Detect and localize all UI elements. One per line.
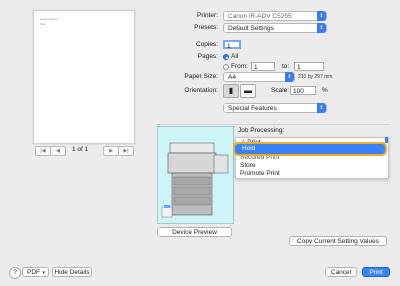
paper-size-value: A4 <box>228 74 236 81</box>
help-button[interactable]: ? <box>9 267 21 279</box>
copy-current-setting-values-button[interactable]: Copy Current Setting Values <box>289 236 387 246</box>
hide-details-button[interactable]: Hide Details <box>52 267 92 277</box>
chevron-updown-icon: ⇕ <box>317 11 326 21</box>
job-processing-label: Job Processing: <box>238 127 285 134</box>
portrait-orientation-icon[interactable]: ▮ <box>223 84 239 98</box>
printer-select[interactable]: Canon iR-ADV C5255 ⇕ <box>223 11 327 21</box>
printer-label: Printer: <box>197 12 218 19</box>
section-select[interactable]: Special Features ⇕ <box>223 103 327 113</box>
page-preview <box>33 10 135 144</box>
menu-item-hold[interactable]: Hold <box>233 142 387 156</box>
pages-all-label: All <box>231 53 239 60</box>
copies-label: Copies: <box>195 41 218 48</box>
last-page-button[interactable]: ▶| <box>118 146 134 156</box>
paper-size-select[interactable]: A4 ⇕ <box>223 72 295 82</box>
device-preview-image <box>157 126 234 224</box>
menu-item-promote-print[interactable]: Promote Print <box>240 170 280 178</box>
paper-size-dimensions: 210 by 297 mm <box>298 74 333 80</box>
paper-size-label: Paper Size: <box>184 73 218 80</box>
menu-scroll-indicator <box>385 137 388 143</box>
page-indicator: 1 of 1 <box>72 146 89 153</box>
chevron-updown-icon: ⇕ <box>317 103 326 113</box>
next-page-button[interactable]: ▶ <box>103 146 119 156</box>
first-page-button[interactable]: |◀ <box>35 146 51 156</box>
chevron-updown-icon: ⇕ <box>317 23 326 33</box>
scale-unit: % <box>322 87 328 94</box>
scale-label: Scale: <box>271 87 290 94</box>
pages-from-input[interactable]: 1 <box>251 62 275 71</box>
print-button[interactable]: Print <box>362 267 390 277</box>
pages-from-label: From: <box>231 63 248 70</box>
copies-input[interactable]: 1 <box>223 40 241 50</box>
presets-label: Presets: <box>194 24 218 31</box>
device-preview-button[interactable]: Device Preview <box>157 227 232 237</box>
presets-value: Default Settings <box>228 25 274 32</box>
menu-item-hold-label: Hold <box>242 145 256 152</box>
landscape-orientation-icon[interactable]: ▬ <box>240 84 256 98</box>
pdf-menu-button[interactable]: PDF ▾ <box>22 267 49 277</box>
pages-range-radio[interactable] <box>223 64 229 70</box>
printer-value: Canon iR-ADV C5255 <box>228 13 292 20</box>
chevron-updown-icon: ⇕ <box>285 72 294 82</box>
section-value: Special Features <box>228 105 277 112</box>
orientation-label: Orientation: <box>184 87 218 94</box>
pages-label: Pages: <box>197 53 218 60</box>
scale-input[interactable]: 100 <box>290 86 316 95</box>
menu-item-store[interactable]: Store <box>240 162 256 170</box>
presets-select[interactable]: Default Settings ⇕ <box>223 23 327 33</box>
printer-device-icon <box>161 142 229 218</box>
prev-page-button[interactable]: ◀ <box>50 146 66 156</box>
pages-to-label: to: <box>282 63 290 70</box>
chevron-down-icon: ▾ <box>42 270 45 276</box>
pages-to-input[interactable]: 1 <box>294 62 324 71</box>
preview-text-line: Text <box>40 22 46 26</box>
cancel-button[interactable]: Cancel <box>325 267 357 277</box>
preview-text-line: Lorem ipsum <box>40 17 58 21</box>
pdf-label: PDF <box>27 269 40 276</box>
pages-all-radio[interactable] <box>223 54 229 60</box>
